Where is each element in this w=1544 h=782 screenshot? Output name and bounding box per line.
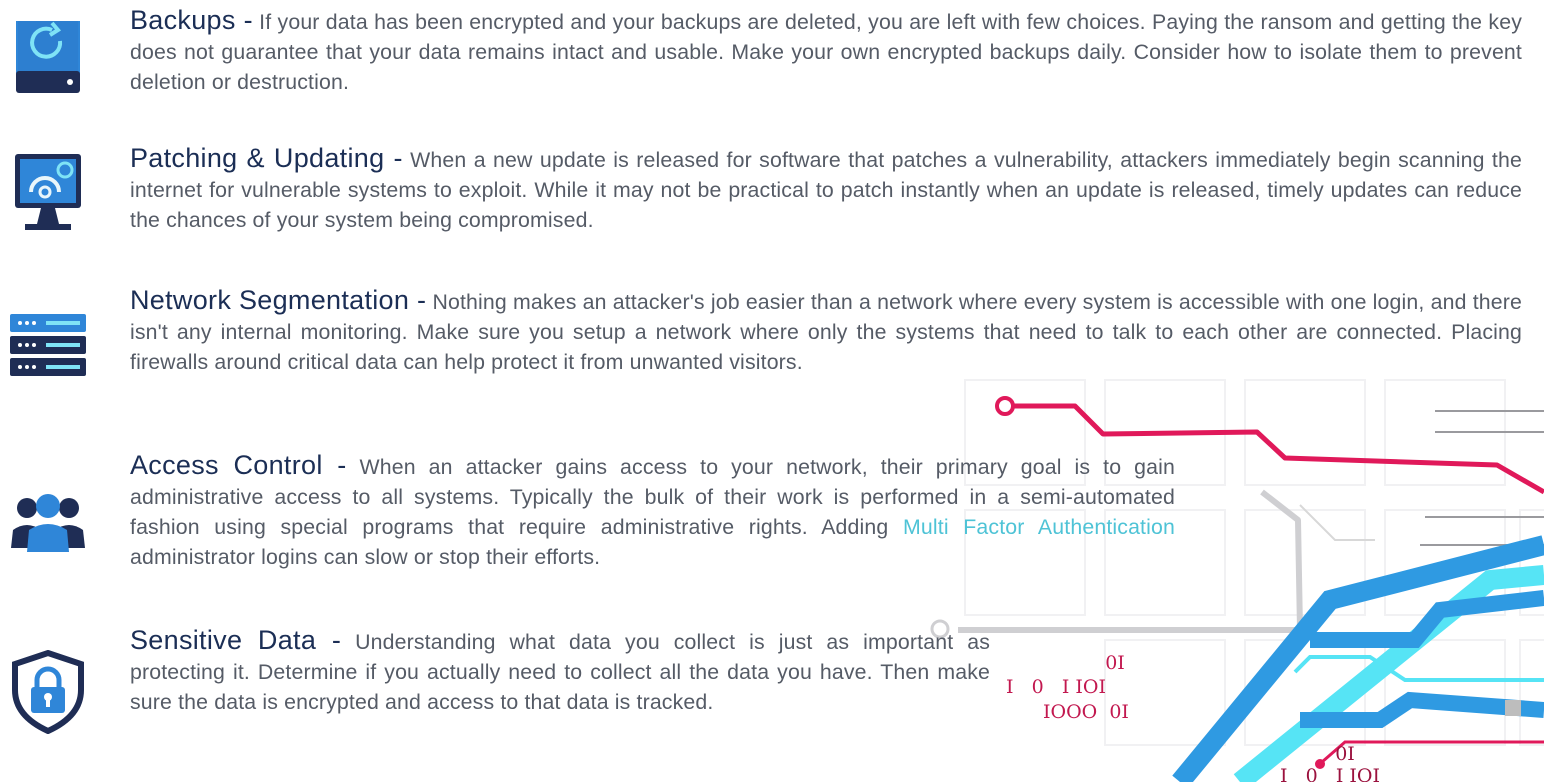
thin-traces: [1420, 410, 1544, 546]
item-body: administrator logins can slow or stop th…: [130, 545, 601, 569]
binary-line: 0I: [1335, 743, 1355, 765]
item-heading: Access Control -: [130, 450, 347, 480]
user-group-icon: [0, 490, 95, 552]
binary-line: I 0 I IOI: [1280, 765, 1380, 782]
item-heading: Sensitive Data -: [130, 625, 342, 655]
blue-traces: [1172, 535, 1544, 782]
binary-line: IOOO 0I: [1043, 701, 1129, 723]
binary-line: I 0 I IOI: [1006, 676, 1106, 698]
binary-line: 0I: [1105, 652, 1125, 674]
item-body: If your data has been encrypted and your…: [130, 10, 1522, 94]
item-heading: Network Segmentation -: [130, 285, 427, 315]
server-rack-icon: [0, 312, 95, 378]
item-heading: Patching & Updating -: [130, 143, 403, 173]
binary-block-1: 0I I 0 I IOI IOOO 0I: [1006, 652, 1129, 723]
shield-lock-icon: [0, 650, 95, 734]
mfa-link[interactable]: Multi Factor Authentication: [903, 515, 1175, 539]
item-heading: Backups -: [130, 5, 253, 35]
monitor-gear-icon: [0, 152, 95, 234]
backup-drive-icon: [0, 15, 95, 95]
